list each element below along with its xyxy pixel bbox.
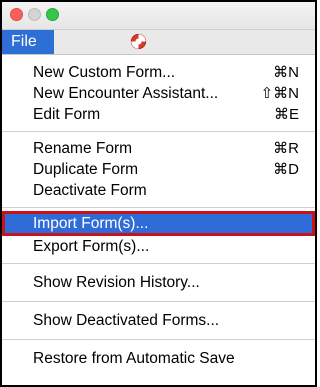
menu-item-shortcut: ⌘N <box>273 64 299 81</box>
app-window: File New Custom Form... ⌘N New Encounter… <box>0 0 317 387</box>
menu-item-rename-form[interactable]: Rename Form ⌘R <box>2 138 315 159</box>
menu-item-label: Restore from Automatic Save <box>33 350 235 367</box>
menu-item-shortcut: ⌘E <box>273 106 299 123</box>
menu-item-label: Deactivate Form <box>33 182 147 199</box>
file-menu-dropdown: New Custom Form... ⌘N New Encounter Assi… <box>2 56 315 377</box>
menu-item-label: Show Revision History... <box>33 274 200 291</box>
menu-item-edit-form[interactable]: Edit Form ⌘E <box>2 104 315 125</box>
menu-group-import-export: Import Form(s)... Export Form(s)... <box>2 208 315 263</box>
menu-item-duplicate-form[interactable]: Duplicate Form ⌘D <box>2 159 315 180</box>
menu-bar: File <box>2 30 315 55</box>
menu-item-show-revision-history[interactable]: Show Revision History... <box>2 272 315 293</box>
menu-item-shortcut: ⌘D <box>273 161 299 178</box>
menu-item-new-encounter-assistant[interactable]: New Encounter Assistant... ⇧⌘N <box>2 83 315 104</box>
menu-item-label: Duplicate Form <box>33 161 139 178</box>
zoom-window-button[interactable] <box>46 8 59 21</box>
menu-item-label: Edit Form <box>33 106 101 123</box>
menu-group-restore: Restore from Automatic Save <box>2 340 315 377</box>
menu-item-label: New Custom Form... <box>33 64 176 81</box>
close-window-button[interactable] <box>10 8 23 21</box>
menu-group-history: Show Revision History... <box>2 264 315 301</box>
menu-item-shortcut: ⌘R <box>273 140 299 157</box>
minimize-window-button[interactable] <box>28 8 41 21</box>
menu-item-restore-automatic-save[interactable]: Restore from Automatic Save <box>2 348 315 369</box>
menu-item-label: Rename Form <box>33 140 133 157</box>
menu-item-deactivate-form[interactable]: Deactivate Form <box>2 180 315 201</box>
menu-item-new-custom-form[interactable]: New Custom Form... ⌘N <box>2 62 315 83</box>
menu-group-manage: Rename Form ⌘R Duplicate Form ⌘D Deactiv… <box>2 132 315 207</box>
window-titlebar <box>2 2 315 30</box>
menu-item-label: Show Deactivated Forms... <box>33 312 220 329</box>
lifebuoy-icon[interactable] <box>130 33 147 50</box>
menu-group-deactivated: Show Deactivated Forms... <box>2 302 315 339</box>
file-menu[interactable]: File <box>2 30 54 54</box>
menu-item-shortcut: ⇧⌘N <box>260 85 299 102</box>
menu-item-show-deactivated-forms[interactable]: Show Deactivated Forms... <box>2 310 315 331</box>
menu-item-label: New Encounter Assistant... <box>33 85 219 102</box>
menu-group-create: New Custom Form... ⌘N New Encounter Assi… <box>2 56 315 131</box>
menu-item-export-forms[interactable]: Export Form(s)... <box>2 236 315 257</box>
menu-item-label: Export Form(s)... <box>33 238 150 255</box>
menu-item-import-forms[interactable]: Import Form(s)... <box>2 211 315 236</box>
menu-item-label: Import Form(s)... <box>33 215 149 232</box>
